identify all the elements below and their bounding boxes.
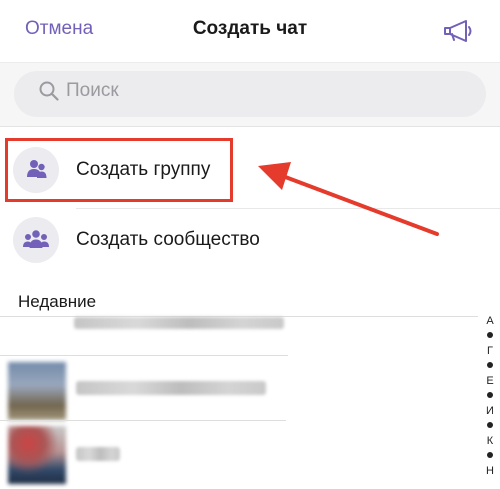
list-item[interactable] (0, 421, 470, 489)
recent-section-title: Недавние (18, 292, 97, 311)
list-item[interactable] (0, 317, 470, 355)
index-letter-k[interactable]: К (482, 435, 498, 447)
contact-name (76, 381, 266, 395)
index-dot (487, 392, 493, 398)
index-letter-i[interactable]: И (482, 405, 498, 417)
index-dot (487, 422, 493, 428)
cancel-button[interactable]: Отмена (25, 18, 93, 40)
community-icon (13, 217, 59, 263)
avatar (8, 362, 66, 420)
avatar (8, 426, 66, 484)
create-group-button[interactable]: Создать группу (0, 140, 500, 200)
index-letter-e[interactable]: Е (482, 375, 498, 387)
divider (0, 355, 288, 356)
top-bar: Отмена Создать чат (0, 0, 500, 62)
index-letter-g[interactable]: Г (482, 345, 498, 357)
contact-name (74, 317, 284, 329)
create-group-label: Создать группу (76, 159, 211, 180)
index-letter-a[interactable]: А (482, 315, 498, 327)
index-dot (487, 362, 493, 368)
search-input[interactable] (66, 78, 466, 104)
search-icon (39, 81, 59, 101)
page-title: Создать чат (192, 18, 308, 39)
index-dot (487, 332, 493, 338)
index-dot (487, 452, 493, 458)
contact-name (76, 447, 120, 461)
index-letter-n[interactable]: Н (482, 465, 498, 477)
create-community-button[interactable]: Создать сообщество (0, 210, 500, 270)
list-item[interactable] (0, 357, 470, 425)
divider (76, 208, 500, 209)
create-community-label: Создать сообщество (76, 229, 260, 250)
megaphone-icon[interactable] (442, 18, 476, 44)
group-icon (13, 147, 59, 193)
